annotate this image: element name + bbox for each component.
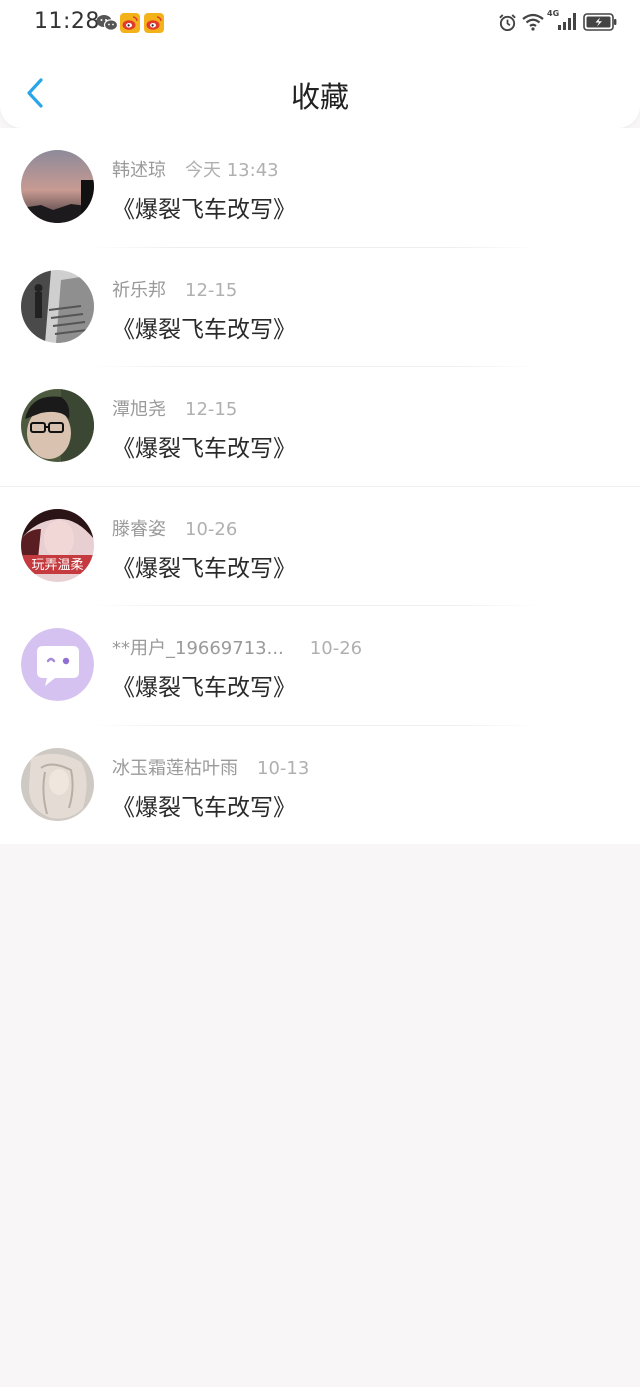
favorite-message: 《爆裂飞车改写》 bbox=[112, 197, 296, 223]
favorite-message: 《爆裂飞车改写》 bbox=[112, 555, 296, 582]
user-name: 冰玉霜莲枯叶雨 bbox=[112, 757, 238, 779]
page-title: 收藏 bbox=[290, 80, 349, 114]
battery-icon bbox=[583, 13, 617, 31]
app-header: 11:28 4G 收藏 bbox=[0, 0, 640, 128]
favorite-message: 《爆裂飞车改写》 bbox=[112, 794, 296, 821]
avatar[interactable] bbox=[21, 389, 94, 462]
user-name: 滕睿姿 bbox=[112, 518, 166, 540]
timestamp: 12-15 bbox=[185, 279, 238, 301]
signal-4g-icon bbox=[558, 13, 576, 30]
timestamp: 12-15 bbox=[185, 399, 238, 420]
user-name: 韩述琼 bbox=[112, 160, 166, 181]
weibo-icon bbox=[144, 13, 164, 33]
avatar[interactable] bbox=[21, 747, 94, 821]
wechat-icon bbox=[96, 15, 118, 31]
favorite-message: 《爆裂飞车改写》 bbox=[112, 675, 296, 701]
avatar-caption: 玩弄温柔 bbox=[31, 558, 83, 573]
list-item[interactable]: 祈乐邦 12-15 《爆裂飞车改写》 bbox=[0, 248, 640, 367]
timestamp: 今天 13:43 bbox=[185, 160, 279, 181]
user-name: 祈乐邦 bbox=[112, 279, 166, 301]
list-item[interactable]: 玩弄温柔 滕睿姿 10-26 《爆裂飞车改写》 bbox=[0, 487, 640, 606]
favorite-message: 《爆裂飞车改写》 bbox=[112, 316, 296, 343]
status-time: 11:28 bbox=[34, 9, 100, 34]
list-item[interactable]: 冰玉霜莲枯叶雨 10-13 《爆裂飞车改写》 bbox=[0, 726, 640, 846]
timestamp: 10-13 bbox=[257, 757, 310, 779]
status-bar: 11:28 4G bbox=[0, 0, 640, 46]
timestamp: 10-26 bbox=[309, 638, 363, 659]
user-name: **用户_19669713... bbox=[112, 638, 284, 659]
wifi-icon bbox=[522, 13, 544, 31]
default-avatar-icon bbox=[21, 628, 94, 701]
favorites-list: 韩述琼 今天 13:43 《爆裂飞车改写》 祈乐邦 12-15 《爆裂飞车改写》 bbox=[0, 128, 640, 844]
weibo-icon bbox=[120, 13, 140, 33]
list-item[interactable]: 潭旭尧 12-15 《爆裂飞车改写》 bbox=[0, 367, 640, 487]
avatar[interactable] bbox=[21, 150, 94, 223]
favorite-message: 《爆裂飞车改写》 bbox=[112, 436, 296, 462]
avatar[interactable]: 玩弄温柔 bbox=[21, 508, 94, 582]
list-item[interactable]: 韩述琼 今天 13:43 《爆裂飞车改写》 bbox=[0, 128, 640, 248]
list-item[interactable]: **用户_19669713... 10-26 《爆裂飞车改写》 bbox=[0, 606, 640, 726]
alarm-icon bbox=[499, 14, 516, 32]
user-name: 潭旭尧 bbox=[112, 399, 166, 420]
avatar[interactable] bbox=[21, 269, 94, 343]
avatar[interactable] bbox=[21, 628, 94, 701]
timestamp: 10-26 bbox=[185, 518, 238, 540]
